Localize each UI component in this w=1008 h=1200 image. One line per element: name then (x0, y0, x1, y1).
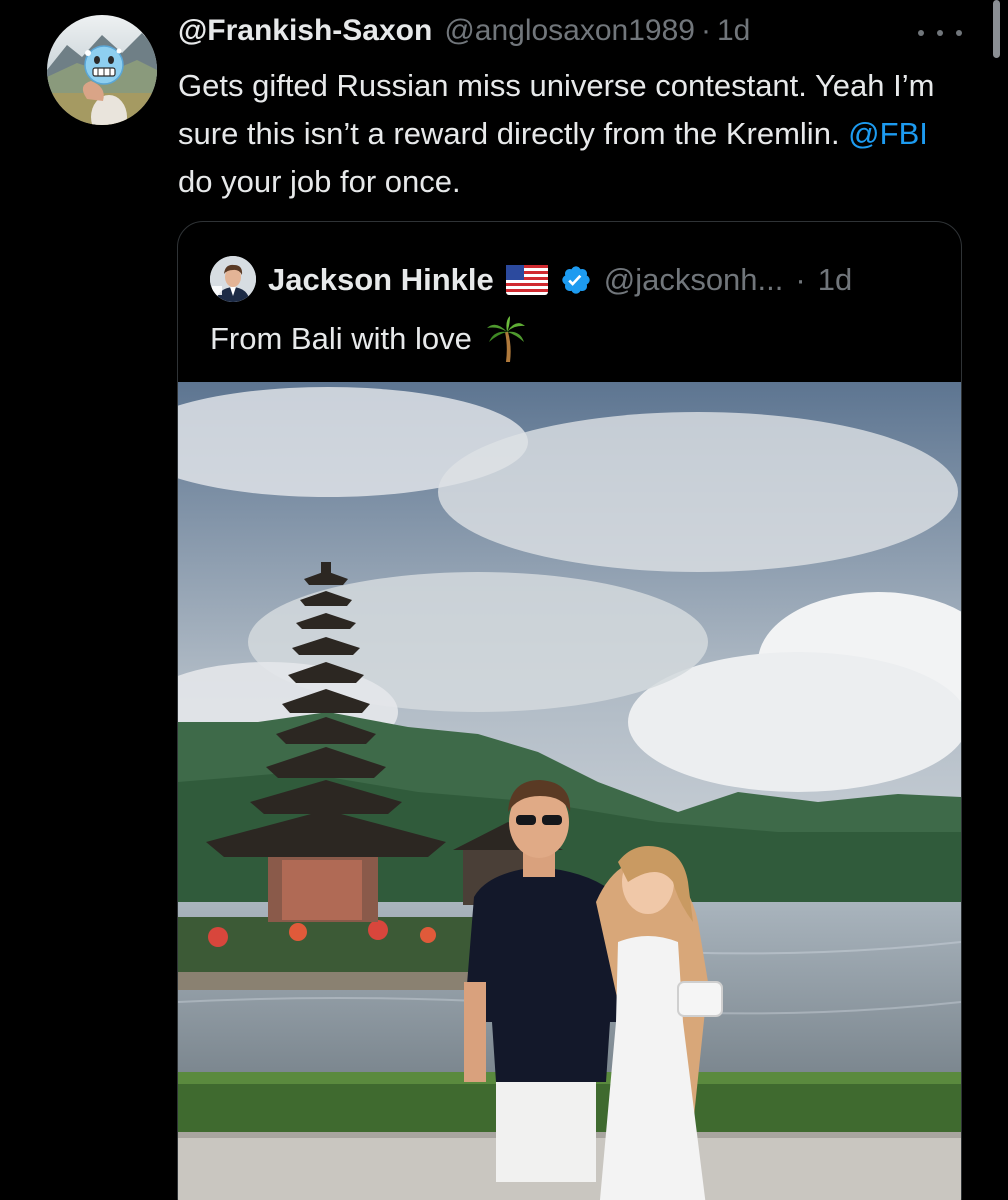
mention-link[interactable]: @FBI (848, 116, 928, 151)
author-avatar[interactable] (47, 15, 157, 125)
tweet-text-part: Gets gifted Russian miss universe contes… (178, 68, 935, 151)
verified-badge-icon[interactable] (560, 264, 592, 296)
us-flag-icon (505, 265, 548, 295)
tweet-view: @Frankish-Saxon @anglosaxon1989 · 1d Get… (0, 0, 1008, 1200)
quoted-tweet-text: From Bali with love (210, 316, 526, 362)
more-dot (937, 30, 943, 36)
tweet-header: @Frankish-Saxon @anglosaxon1989 · 1d (178, 14, 750, 54)
more-dot (918, 30, 924, 36)
more-options-icon[interactable] (918, 18, 962, 48)
quoted-author-handle[interactable]: @jacksonh... (604, 262, 784, 298)
tweet-timestamp[interactable]: 1d (717, 14, 750, 48)
quoted-tweet-timestamp[interactable]: 1d (818, 262, 852, 298)
cold-face-emoji-avatar-icon (47, 15, 157, 125)
tweet-text-part: do your job for once. (178, 164, 461, 199)
person-portrait-icon (210, 256, 256, 302)
quoted-author-name[interactable]: Jackson Hinkle (268, 262, 494, 298)
separator-dot: · (700, 14, 711, 47)
separator-dot: · (795, 262, 806, 297)
author-display-name[interactable]: @Frankish-Saxon (178, 14, 432, 48)
author-handle[interactable]: @anglosaxon1989 (444, 14, 695, 48)
quoted-author-avatar[interactable] (210, 256, 256, 302)
more-dot (956, 30, 962, 36)
quoted-tweet-photo[interactable] (178, 382, 961, 1200)
quoted-tweet-card[interactable]: Jackson Hinkle @jacksonh... · 1d From Ba… (177, 221, 962, 1200)
scrollbar[interactable] (993, 0, 1000, 58)
quoted-tweet-header: Jackson Hinkle @jacksonh... · 1d (268, 258, 852, 302)
quoted-tweet-text-content: From Bali with love (210, 321, 472, 356)
palm-tree-icon (486, 316, 525, 362)
tweet-text: Gets gifted Russian miss universe contes… (178, 62, 968, 206)
